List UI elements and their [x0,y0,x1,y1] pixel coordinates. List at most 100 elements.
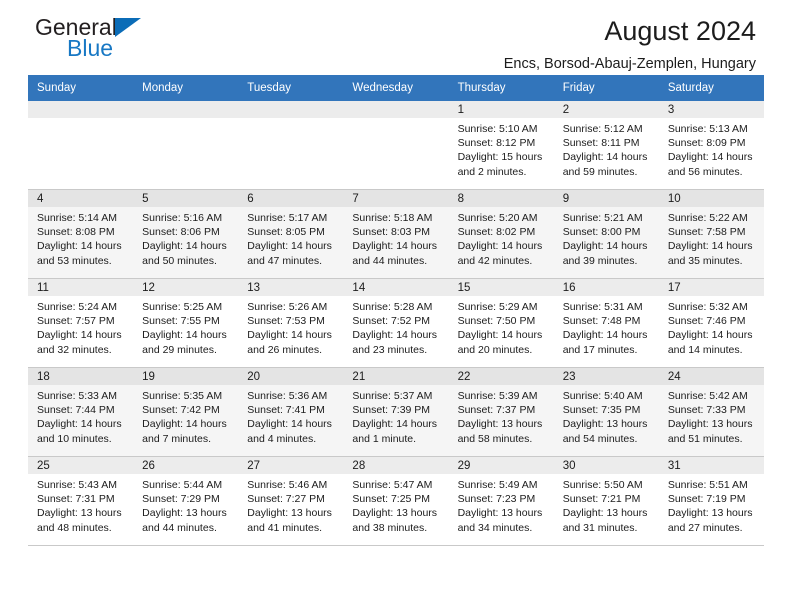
sunrise-time: Sunrise: 5:32 AM [667,301,748,313]
general-blue-logo: General Blue [35,15,195,63]
calendar-day-cell[interactable]: 9 Sunrise: 5:21 AM Sunset: 8:00 PM Daylight… [553,189,659,279]
daylight-duration: Daylight: 14 hours and 56 minutes. [667,151,753,178]
sunrise-time: Sunrise: 5:22 AM [667,212,748,224]
calendar-day-cell[interactable]: 8 Sunrise: 5:20 AM Sunset: 8:02 PM Daylight… [448,189,554,279]
day-details: Sunrise: 5:16 AM Sunset: 8:06 PM Daylight:… [133,207,238,268]
day-details: Sunrise: 5:43 AM Sunset: 7:31 PM Daylight:… [28,474,133,535]
calendar-day-cell[interactable]: 15 Sunrise: 5:29 AM Sunset: 7:50 PM Dayligh… [448,278,554,368]
sunrise-time: Sunrise: 5:20 AM [457,212,538,224]
calendar-day-cell[interactable]: 5 Sunrise: 5:16 AM Sunset: 8:06 PM Daylight… [133,189,239,279]
day-details: Sunrise: 5:35 AM Sunset: 7:42 PM Daylight:… [133,385,238,446]
day-details: Sunrise: 5:33 AM Sunset: 7:44 PM Daylight:… [28,385,133,446]
calendar-day-cell[interactable]: 6 Sunrise: 5:17 AM Sunset: 8:05 PM Daylight… [238,189,344,279]
calendar-week-row: 25 Sunrise: 5:43 AM Sunset: 7:31 PM Dayligh… [28,456,764,546]
day-details: Sunrise: 5:14 AM Sunset: 8:08 PM Daylight:… [28,207,133,268]
day-number: 10 [658,190,764,207]
day-number: 3 [658,101,764,118]
calendar-day-cell[interactable]: 22 Sunrise: 5:39 AM Sunset: 7:37 PM Dayligh… [448,367,554,457]
day-number: 30 [553,457,659,474]
day-details: Sunrise: 5:50 AM Sunset: 7:21 PM Daylight:… [554,474,659,535]
day-details: Sunrise: 5:44 AM Sunset: 7:29 PM Daylight:… [133,474,238,535]
sunrise-time: Sunrise: 5:16 AM [142,212,223,224]
calendar-day-cell[interactable]: 21 Sunrise: 5:37 AM Sunset: 7:39 PM Dayligh… [343,367,449,457]
daylight-duration: Daylight: 14 hours and 39 minutes. [562,240,648,267]
daylight-duration: Daylight: 13 hours and 27 minutes. [667,507,753,534]
sunset-time: Sunset: 7:31 PM [37,493,115,506]
sunrise-time: Sunrise: 5:36 AM [247,390,328,402]
sunset-time: Sunset: 7:48 PM [562,315,641,328]
calendar-day-cell[interactable]: 14 Sunrise: 5:28 AM Sunset: 7:52 PM Dayligh… [343,278,449,368]
calendar-day-cell[interactable]: 27 Sunrise: 5:46 AM Sunset: 7:27 PM Dayligh… [238,456,344,546]
daylight-duration: Daylight: 14 hours and 50 minutes. [142,240,227,267]
calendar-day-cell[interactable]: 11 Sunrise: 5:24 AM Sunset: 7:57 PM Dayligh… [28,278,134,368]
calendar-day-cell[interactable]: 10 Sunrise: 5:22 AM Sunset: 7:58 PM Dayligh… [658,189,764,279]
weekday-header-monday: Monday [133,75,239,101]
calendar-day-cell[interactable]: 4 Sunrise: 5:14 AM Sunset: 8:08 PM Daylight… [28,189,134,279]
calendar-day-cell[interactable]: 13 Sunrise: 5:26 AM Sunset: 7:53 PM Dayligh… [238,278,344,368]
day-number: 6 [238,190,344,207]
calendar-day-cell[interactable]: 25 Sunrise: 5:43 AM Sunset: 7:31 PM Dayligh… [28,456,134,546]
daylight-duration: Daylight: 14 hours and 35 minutes. [667,240,753,267]
day-details: Sunrise: 5:25 AM Sunset: 7:55 PM Daylight:… [133,296,238,357]
calendar-day-cell[interactable]: 26 Sunrise: 5:44 AM Sunset: 7:29 PM Dayligh… [133,456,239,546]
location-subtitle: Encs, Borsod-Abauj-Zemplen, Hungary [503,56,756,72]
calendar-day-cell[interactable]: 31 Sunrise: 5:51 AM Sunset: 7:19 PM Dayligh… [658,456,764,546]
day-number [28,101,134,118]
calendar-day-cell[interactable]: 12 Sunrise: 5:25 AM Sunset: 7:55 PM Dayligh… [133,278,239,368]
day-details: Sunrise: 5:40 AM Sunset: 7:35 PM Daylight:… [554,385,659,446]
daylight-duration: Daylight: 14 hours and 20 minutes. [457,329,543,356]
calendar-day-cell[interactable]: 17 Sunrise: 5:32 AM Sunset: 7:46 PM Dayligh… [658,278,764,368]
calendar-day-cell[interactable]: 23 Sunrise: 5:40 AM Sunset: 7:35 PM Dayligh… [553,367,659,457]
sunset-time: Sunset: 7:42 PM [142,404,220,417]
day-details: Sunrise: 5:17 AM Sunset: 8:05 PM Daylight:… [238,207,343,268]
day-details: Sunrise: 5:46 AM Sunset: 7:27 PM Daylight:… [238,474,343,535]
weekday-header-saturday: Saturday [658,75,764,101]
sunset-time: Sunset: 8:11 PM [562,137,640,150]
sunset-time: Sunset: 7:29 PM [142,493,220,506]
sunrise-time: Sunrise: 5:25 AM [142,301,223,313]
calendar-day-cell[interactable]: 2 Sunrise: 5:12 AM Sunset: 8:11 PM Daylight… [553,101,659,190]
day-number [343,101,449,118]
calendar-day-cell[interactable]: 3 Sunrise: 5:13 AM Sunset: 8:09 PM Daylight… [658,101,764,190]
daylight-duration: Daylight: 14 hours and 23 minutes. [352,329,438,356]
calendar-day-cell[interactable]: 1 Sunrise: 5:10 AM Sunset: 8:12 PM Daylight… [448,101,554,190]
calendar-day-cell[interactable]: 16 Sunrise: 5:31 AM Sunset: 7:48 PM Dayligh… [553,278,659,368]
calendar-day-cell[interactable]: 29 Sunrise: 5:49 AM Sunset: 7:23 PM Dayligh… [448,456,554,546]
day-details: Sunrise: 5:12 AM Sunset: 8:11 PM Daylight:… [554,118,659,179]
calendar-day-cell[interactable]: 28 Sunrise: 5:47 AM Sunset: 7:25 PM Dayligh… [343,456,449,546]
day-number: 25 [28,457,134,474]
day-number: 22 [448,368,554,385]
calendar-day-cell[interactable]: 24 Sunrise: 5:42 AM Sunset: 7:33 PM Dayligh… [658,367,764,457]
sunset-time: Sunset: 7:46 PM [667,315,746,328]
daylight-duration: Daylight: 14 hours and 4 minutes. [247,418,332,445]
day-number: 23 [553,368,659,385]
sunrise-time: Sunrise: 5:46 AM [247,479,328,491]
calendar-page: General Blue August 2024 Encs, Borsod-Ab… [0,0,792,612]
day-number: 15 [448,279,554,296]
day-details: Sunrise: 5:29 AM Sunset: 7:50 PM Daylight:… [449,296,554,357]
day-details: Sunrise: 5:47 AM Sunset: 7:25 PM Daylight:… [343,474,448,535]
day-number: 14 [343,279,449,296]
day-number: 19 [133,368,239,385]
calendar-empty-cell [133,101,239,190]
daylight-duration: Daylight: 13 hours and 48 minutes. [37,507,122,534]
day-number: 13 [238,279,344,296]
day-details: Sunrise: 5:20 AM Sunset: 8:02 PM Daylight:… [449,207,554,268]
calendar-day-cell[interactable]: 7 Sunrise: 5:18 AM Sunset: 8:03 PM Daylight… [343,189,449,279]
calendar-day-cell[interactable]: 18 Sunrise: 5:33 AM Sunset: 7:44 PM Dayligh… [28,367,134,457]
title-block: August 2024 Encs, Borsod-Abauj-Zemplen, … [504,14,756,74]
day-number: 5 [133,190,239,207]
daylight-duration: Daylight: 14 hours and 10 minutes. [37,418,122,445]
day-number: 11 [28,279,134,296]
sunrise-time: Sunrise: 5:50 AM [562,479,643,491]
calendar-day-cell[interactable]: 20 Sunrise: 5:36 AM Sunset: 7:41 PM Dayligh… [238,367,344,457]
day-number: 29 [448,457,554,474]
day-details: Sunrise: 5:37 AM Sunset: 7:39 PM Daylight:… [343,385,448,446]
calendar-day-cell[interactable]: 30 Sunrise: 5:50 AM Sunset: 7:21 PM Dayligh… [553,456,659,546]
calendar-day-cell[interactable]: 19 Sunrise: 5:35 AM Sunset: 7:42 PM Dayligh… [133,367,239,457]
day-details: Sunrise: 5:42 AM Sunset: 7:33 PM Daylight:… [659,385,764,446]
sunset-time: Sunset: 7:53 PM [247,315,325,328]
day-details: Sunrise: 5:51 AM Sunset: 7:19 PM Daylight:… [659,474,764,535]
sunset-time: Sunset: 7:33 PM [667,404,746,417]
day-number: 1 [448,101,554,118]
